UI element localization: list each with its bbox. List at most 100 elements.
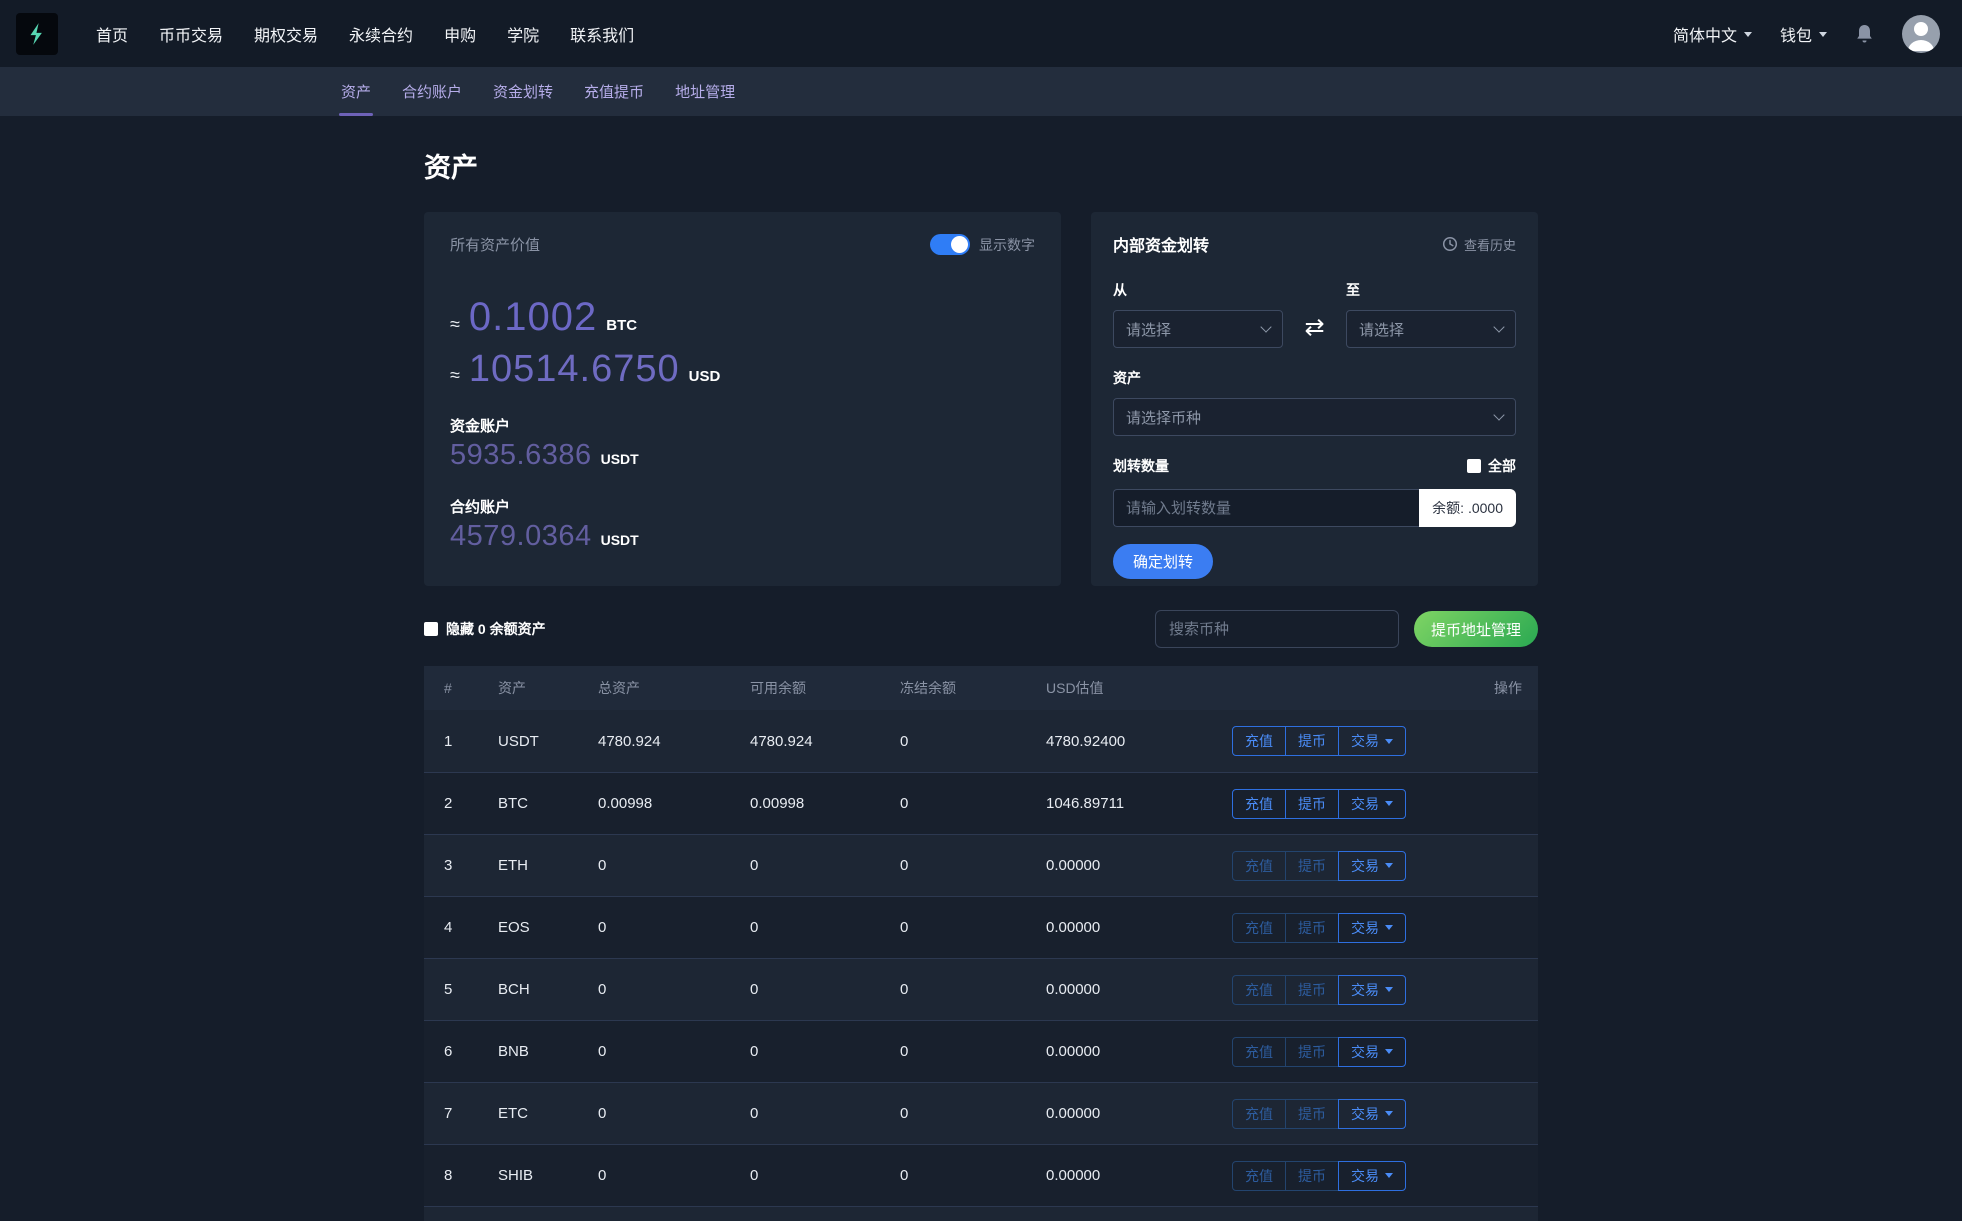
internal-transfer-card: 内部资金划转 查看历史 从 请选择 ⇄	[1091, 212, 1538, 586]
row-actions: 充值 提币 交易	[1232, 1161, 1406, 1191]
nav-item-contact[interactable]: 联系我们	[570, 22, 634, 46]
withdraw-address-button[interactable]: 提币地址管理	[1414, 611, 1538, 647]
trade-label: 交易	[1351, 856, 1379, 876]
row-actions: 充值 提币 交易	[1232, 1099, 1406, 1129]
brand-logo[interactable]	[16, 13, 58, 55]
language-dropdown[interactable]: 简体中文	[1673, 22, 1752, 46]
transfer-all-checkbox[interactable]	[1467, 459, 1481, 473]
total-usd-value: 10514.6750	[469, 348, 680, 391]
row-actions: 充值 提币 交易	[1232, 789, 1406, 819]
deposit-button[interactable]: 充值	[1232, 975, 1286, 1005]
swap-direction-icon[interactable]: ⇄	[1283, 313, 1346, 348]
transfer-amount-input[interactable]	[1113, 489, 1419, 527]
trade-dropdown-button[interactable]: 交易	[1338, 975, 1406, 1005]
chevron-down-icon	[1385, 801, 1393, 806]
chevron-down-icon	[1385, 1049, 1393, 1054]
cell-index: 8	[424, 1167, 498, 1184]
trade-dropdown-button[interactable]: 交易	[1338, 851, 1406, 881]
cell-frozen: 0	[900, 733, 1046, 750]
bell-icon[interactable]	[1855, 23, 1874, 44]
trade-dropdown-button[interactable]: 交易	[1338, 913, 1406, 943]
transfer-all-label: 全部	[1488, 456, 1516, 476]
tab-assets[interactable]: 资产	[339, 67, 373, 116]
row-actions: 充值 提币 交易	[1232, 1037, 1406, 1067]
cell-asset: EOS	[498, 919, 598, 936]
deposit-button[interactable]: 充值	[1232, 851, 1286, 881]
cell-frozen: 0	[900, 1167, 1046, 1184]
trade-dropdown-button[interactable]: 交易	[1338, 1099, 1406, 1129]
hide-zero-label: 隐藏 0 余额资产	[446, 619, 546, 639]
trade-label: 交易	[1351, 980, 1379, 1000]
cell-index: 6	[424, 1043, 498, 1060]
user-avatar[interactable]	[1902, 15, 1940, 53]
withdraw-button[interactable]: 提币	[1285, 975, 1339, 1005]
tab-address-management[interactable]: 地址管理	[673, 67, 737, 116]
trade-label: 交易	[1351, 794, 1379, 814]
asset-subnav: 资产 合约账户 资金划转 充值提币 地址管理	[0, 67, 1962, 116]
amount-label: 划转数量	[1113, 456, 1169, 476]
deposit-button[interactable]: 充值	[1232, 726, 1286, 756]
asset-table: # 资产 总资产 可用余额 冻结余额 USD估值 操作 1 USDT 4780.…	[424, 666, 1538, 1221]
withdraw-button[interactable]: 提币	[1285, 913, 1339, 943]
asset-select[interactable]: 请选择币种	[1113, 398, 1516, 436]
withdraw-button[interactable]: 提币	[1285, 726, 1339, 756]
header-usd-value: USD估值	[1046, 678, 1232, 698]
usd-unit: USD	[689, 368, 721, 385]
search-coin-input[interactable]	[1155, 610, 1399, 648]
withdraw-button[interactable]: 提币	[1285, 1099, 1339, 1129]
header-available: 可用余额	[750, 678, 900, 698]
table-row: 2 BTC 0.00998 0.00998 0 1046.89711 充值 提币…	[424, 772, 1538, 834]
trade-dropdown-button[interactable]: 交易	[1338, 1037, 1406, 1067]
fund-account-unit: USDT	[601, 451, 639, 467]
table-row: 7 ETC 0 0 0 0.00000 充值 提币 交易	[424, 1082, 1538, 1144]
trade-dropdown-button[interactable]: 交易	[1338, 789, 1406, 819]
nav-item-options-trade[interactable]: 期权交易	[254, 22, 318, 46]
trade-dropdown-button[interactable]: 交易	[1338, 726, 1406, 756]
deposit-button[interactable]: 充值	[1232, 1161, 1286, 1191]
cell-usd-value: 0.00000	[1046, 1167, 1232, 1184]
table-row: 充值 提币 交易	[424, 1206, 1538, 1221]
trade-dropdown-button[interactable]: 交易	[1338, 1161, 1406, 1191]
deposit-button[interactable]: 充值	[1232, 1099, 1286, 1129]
trade-label: 交易	[1351, 1042, 1379, 1062]
chevron-down-icon	[1493, 409, 1504, 420]
withdraw-button[interactable]: 提币	[1285, 1161, 1339, 1191]
withdraw-button[interactable]: 提币	[1285, 851, 1339, 881]
withdraw-button[interactable]: 提币	[1285, 789, 1339, 819]
cell-frozen: 0	[900, 981, 1046, 998]
cell-index: 7	[424, 1105, 498, 1122]
tab-fund-transfer[interactable]: 资金划转	[491, 67, 555, 116]
main-nav: 首页 币币交易 期权交易 永续合约 申购 学院 联系我们	[96, 22, 634, 46]
cell-frozen: 0	[900, 919, 1046, 936]
confirm-transfer-button[interactable]: 确定划转	[1113, 544, 1213, 579]
nav-item-perpetual[interactable]: 永续合约	[349, 22, 413, 46]
nav-item-subscribe[interactable]: 申购	[444, 22, 476, 46]
from-select[interactable]: 请选择	[1113, 310, 1283, 348]
show-numbers-toggle[interactable]	[930, 234, 970, 255]
cell-usd-value: 0.00000	[1046, 1043, 1232, 1060]
chevron-down-icon	[1385, 739, 1393, 744]
wallet-dropdown[interactable]: 钱包	[1780, 22, 1827, 46]
nav-item-academy[interactable]: 学院	[507, 22, 539, 46]
deposit-button[interactable]: 充值	[1232, 1037, 1286, 1067]
total-btc-value: 0.1002	[469, 295, 597, 340]
nav-item-spot-trade[interactable]: 币币交易	[159, 22, 223, 46]
asset-select-value: 请选择币种	[1126, 407, 1201, 428]
from-select-value: 请选择	[1126, 319, 1171, 340]
hide-zero-checkbox[interactable]	[424, 622, 438, 636]
deposit-button[interactable]: 充值	[1232, 913, 1286, 943]
cell-usd-value: 1046.89711	[1046, 795, 1232, 812]
cell-usd-value: 0.00000	[1046, 981, 1232, 998]
asset-label: 资产	[1113, 368, 1516, 388]
nav-item-home[interactable]: 首页	[96, 22, 128, 46]
cell-asset: BCH	[498, 981, 598, 998]
tab-deposit-withdraw[interactable]: 充值提币	[582, 67, 646, 116]
view-history-link[interactable]: 查看历史	[1442, 235, 1516, 254]
deposit-button[interactable]: 充值	[1232, 789, 1286, 819]
cell-total: 0	[598, 857, 750, 874]
approx-symbol: ≈	[450, 314, 460, 335]
tab-contract-account[interactable]: 合约账户	[400, 67, 464, 116]
withdraw-button[interactable]: 提币	[1285, 1037, 1339, 1067]
to-select[interactable]: 请选择	[1346, 310, 1516, 348]
cell-total: 0.00998	[598, 795, 750, 812]
